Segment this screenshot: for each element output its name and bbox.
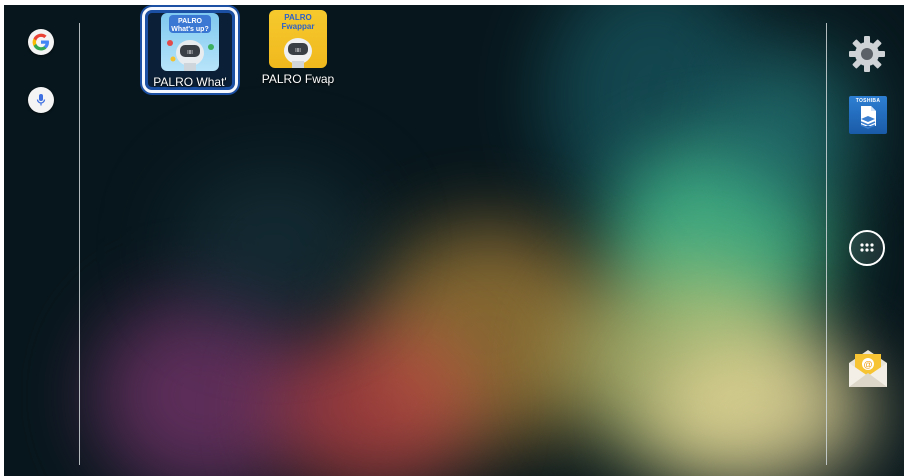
svg-text:PALRO: PALRO: [178, 18, 203, 25]
svg-text:IIII: IIII: [295, 48, 301, 54]
wallpaper: [4, 5, 904, 476]
right-divider: [826, 23, 827, 465]
svg-text:PALRO: PALRO: [284, 13, 311, 22]
svg-text:What's up?: What's up?: [171, 26, 208, 33]
palro-whatsup-icon: PALRO What's up? IIII: [161, 13, 219, 71]
app-label: PALRO What': [153, 75, 227, 89]
toshiba-file-icon[interactable]: TOSHIBA: [849, 96, 887, 134]
email-icon[interactable]: @: [845, 345, 891, 391]
svg-text:@: @: [864, 360, 873, 370]
google-search-icon[interactable]: [28, 29, 54, 55]
app-palro-fwappar[interactable]: PALRO Fwappar IIII PALRO Fwap: [250, 7, 346, 93]
settings-icon[interactable]: [846, 33, 888, 75]
app-label: PALRO Fwap: [261, 72, 335, 86]
app-drawer-icon[interactable]: [849, 230, 885, 266]
palro-fwappar-icon: PALRO Fwappar IIII: [269, 10, 327, 68]
voice-search-icon[interactable]: [28, 87, 54, 113]
app-palro-whatsup[interactable]: PALRO What's up? IIII PALRO What': [142, 7, 238, 93]
left-divider: [79, 23, 80, 465]
svg-text:Fwappar: Fwappar: [282, 22, 315, 31]
svg-text:IIII: IIII: [187, 50, 193, 56]
home-screen: PALRO What's up? IIII PALRO What' PALRO …: [4, 5, 904, 476]
